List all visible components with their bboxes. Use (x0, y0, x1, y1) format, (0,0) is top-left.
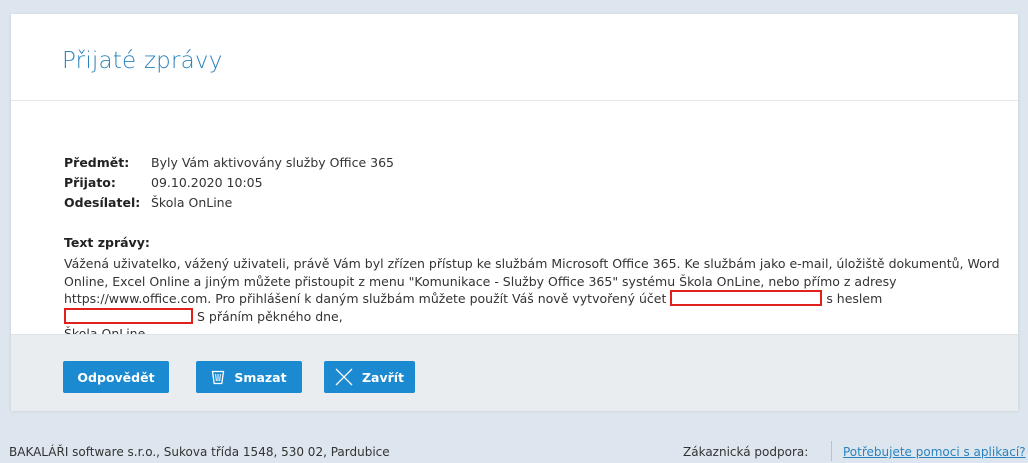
help-link[interactable]: Potřebujete pomoci s aplikací? (843, 445, 1026, 459)
message-body: Vážená uživatelko, vážený uživateli, prá… (64, 255, 1014, 343)
subject-value: Byly Vám aktivovány služby Office 365 (151, 155, 394, 170)
company-info: BAKALÁŘI software s.r.o., Sukova třída 1… (9, 445, 390, 459)
sender-value: Škola OnLine (151, 195, 233, 210)
message-body-label: Text zprávy: (64, 235, 150, 250)
subject-row: Předmět: Byly Vám aktivovány služby Offi… (64, 153, 394, 173)
redacted-account-box (670, 290, 823, 306)
delete-button-label: Smazat (234, 369, 287, 385)
close-button[interactable]: Zavřít (324, 361, 415, 393)
sender-row: Odesílatel: Škola OnLine (64, 193, 394, 213)
support-label: Zákaznická podpora: (683, 445, 809, 459)
message-card: Přijaté zprávy Předmět: Byly Vám aktivov… (11, 14, 1018, 411)
close-button-label: Zavřít (361, 369, 405, 385)
received-row: Přijato: 09.10.2020 10:05 (64, 173, 394, 193)
subject-label: Předmět: (64, 155, 130, 170)
card-header: Přijaté zprávy (11, 14, 1018, 101)
sender-label: Odesílatel: (64, 195, 141, 210)
body-text-part3: S přáním pěkného dne, (196, 308, 343, 324)
body-text-part2: s heslem (826, 291, 883, 306)
message-meta: Předmět: Byly Vám aktivovány služby Offi… (64, 153, 394, 213)
received-value: 09.10.2020 10:05 (151, 175, 263, 190)
redacted-password-box (64, 307, 193, 324)
delete-button[interactable]: Smazat (196, 361, 302, 393)
page-title: Přijaté zprávy (62, 48, 223, 74)
page-footer: BAKALÁŘI software s.r.o., Sukova třída 1… (0, 437, 1028, 463)
reply-button-label: Odpovědět (77, 369, 155, 385)
action-bar: Odpovědět Smazat Zavřít (11, 334, 1018, 411)
footer-divider (831, 441, 832, 461)
reply-button[interactable]: Odpovědět (63, 361, 169, 393)
trash-icon (211, 370, 225, 385)
received-label: Přijato: (64, 175, 116, 190)
close-x-icon (335, 368, 353, 386)
